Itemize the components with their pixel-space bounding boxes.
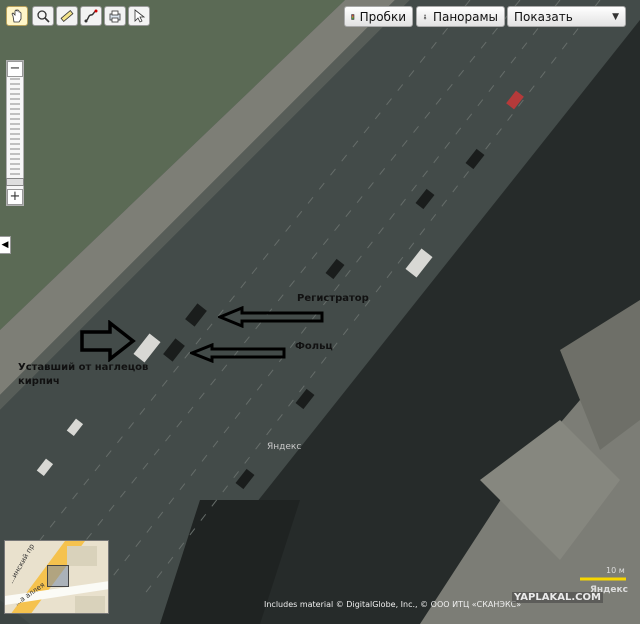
hand-icon bbox=[11, 9, 22, 23]
ruler-tool[interactable] bbox=[56, 6, 78, 26]
print-icon bbox=[109, 10, 121, 23]
zoom-out-button[interactable]: − bbox=[7, 61, 23, 77]
map-watermark: Яндекс bbox=[267, 442, 302, 452]
annotation-folts: Фольц bbox=[295, 341, 333, 352]
zoom-handle[interactable] bbox=[6, 178, 24, 186]
minimap[interactable]: ...инский пр ...а аллея bbox=[4, 540, 109, 614]
site-watermark: YAPLAKAL.COM bbox=[512, 592, 603, 603]
zoom-in-button[interactable]: + bbox=[7, 189, 23, 205]
arrow-registrar bbox=[218, 306, 324, 328]
annotation-brick-line2: кирпич bbox=[18, 376, 60, 387]
chevron-down-icon: ▼ bbox=[612, 11, 619, 22]
map-viewport[interactable]: Регистратор Фольц Уставший от наглецов к… bbox=[0, 0, 640, 624]
show-layers-select[interactable]: Показать ▼ bbox=[507, 6, 626, 27]
ruler-icon bbox=[60, 10, 74, 22]
hand-tool[interactable] bbox=[6, 6, 28, 26]
traffic-button[interactable]: Пробки bbox=[344, 6, 413, 27]
pointer-icon bbox=[134, 9, 146, 23]
copyright-text: Includes material © DigitalGlobe, Inc., … bbox=[264, 600, 522, 609]
annotation-brick-line1: Уставший от наглецов bbox=[18, 362, 149, 373]
panorama-button[interactable]: Панорамы bbox=[416, 6, 505, 27]
panorama-label: Панорамы bbox=[432, 9, 498, 24]
print-tool[interactable] bbox=[104, 6, 126, 26]
zoom-scale-ticks bbox=[10, 78, 20, 185]
panorama-icon bbox=[423, 14, 427, 19]
side-panel-toggle[interactable]: ◀ bbox=[0, 236, 11, 254]
traffic-label: Пробки bbox=[359, 9, 406, 24]
select-tool[interactable] bbox=[128, 6, 150, 26]
route-tool[interactable] bbox=[80, 6, 102, 26]
chevron-left-icon: ◀ bbox=[1, 240, 9, 250]
plus-icon: + bbox=[9, 189, 21, 204]
arrow-brick bbox=[80, 320, 136, 362]
show-layers-value: Показать bbox=[514, 9, 573, 24]
annotation-registrar: Регистратор bbox=[297, 293, 369, 304]
arrow-folts bbox=[190, 343, 286, 363]
route-icon bbox=[84, 9, 98, 23]
zoom-tool[interactable] bbox=[32, 6, 54, 26]
magnifier-icon bbox=[37, 10, 50, 23]
minus-icon: − bbox=[9, 61, 21, 76]
scale-label: 10 м bbox=[606, 566, 625, 575]
minimap-viewport-frame[interactable] bbox=[47, 565, 69, 587]
traffic-light-icon bbox=[351, 13, 355, 20]
